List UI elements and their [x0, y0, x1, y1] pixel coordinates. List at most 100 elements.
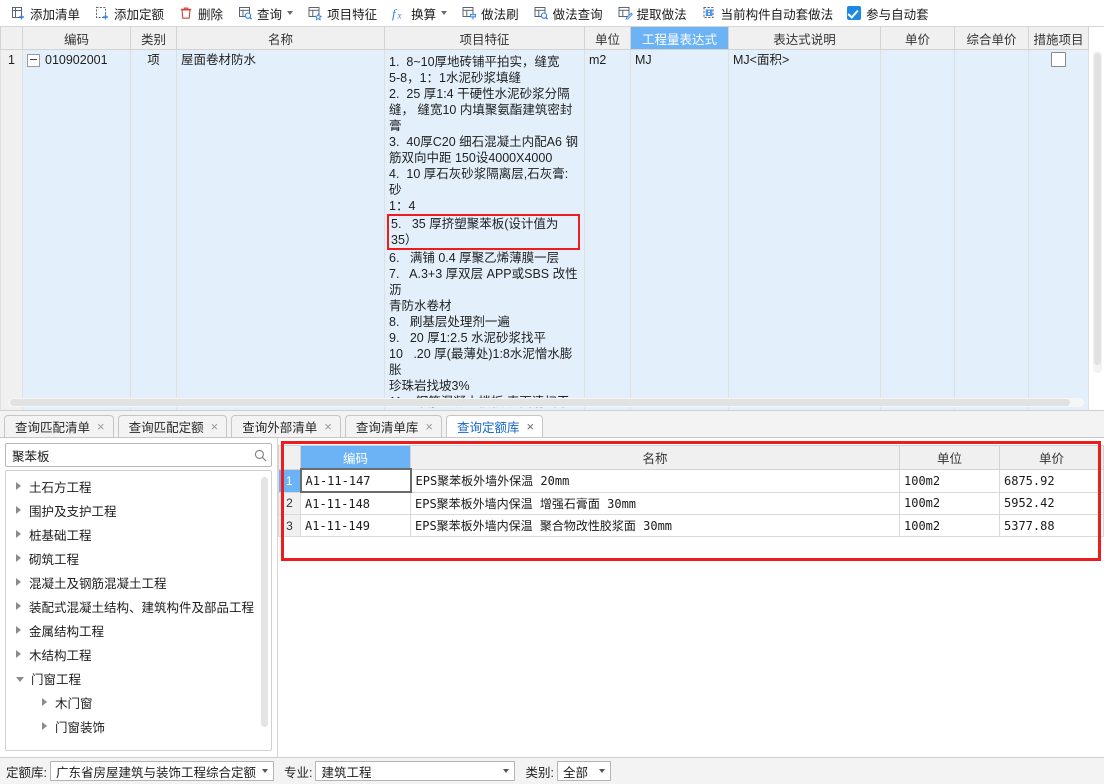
tab-query-matched-list[interactable]: 查询匹配清单 ×	[4, 415, 114, 437]
row-price[interactable]	[880, 49, 955, 410]
results-header-name[interactable]: 名称	[410, 445, 900, 470]
toolbar-query[interactable]: 查询	[231, 2, 299, 25]
chevron-right-icon[interactable]	[16, 482, 21, 490]
participate-auto-checkbox[interactable]	[847, 6, 862, 20]
row-comprehensive-price[interactable]	[954, 49, 1029, 410]
tree-item-earthwork[interactable]: 土石方工程	[6, 474, 271, 498]
auto-apply-icon	[701, 5, 717, 21]
chevron-down-icon[interactable]	[261, 769, 268, 773]
toolbar-feature[interactable]: 项目特征	[301, 2, 383, 25]
tree-item-label: 土石方工程	[29, 480, 92, 495]
row-feature[interactable]: 1. 8~10厚地砖铺平拍实，缝宽 5-8，1：1水泥砂浆填缝 2. 25 厚1…	[384, 49, 585, 410]
row-expression[interactable]: MJ	[630, 49, 729, 410]
toolbar-add-list[interactable]: 添加清单	[4, 2, 86, 25]
tab-query-quota-library[interactable]: 查询定额库 ×	[445, 415, 544, 437]
tree-item-prefab-concrete[interactable]: 装配式混凝土结构、建筑构件及部品工程	[6, 594, 271, 618]
tree-item-wood-structure[interactable]: 木结构工程	[6, 642, 271, 666]
row-name[interactable]: 屋面卷材防水	[176, 49, 385, 410]
chevron-right-icon[interactable]	[16, 578, 21, 586]
grid-header-expression[interactable]: 工程量表达式	[630, 27, 729, 50]
toolbar-extract-method[interactable]: 提取做法	[611, 2, 693, 25]
chevron-right-icon[interactable]	[16, 626, 21, 634]
grid-header-code[interactable]: 编码	[22, 27, 131, 50]
tree-item-concrete[interactable]: 混凝土及钢筋混凝土工程	[6, 570, 271, 594]
grid-header-measure-item[interactable]: 措施项目	[1028, 27, 1089, 50]
grid-header-kind[interactable]: 类别	[130, 27, 177, 50]
grid-header-price[interactable]: 单价	[880, 27, 955, 50]
results-header-price[interactable]: 单价	[999, 445, 1104, 470]
tree-item-doors-windows[interactable]: 门窗工程	[6, 666, 271, 690]
grid-vertical-scroll-thumb[interactable]	[1094, 53, 1101, 365]
grid-header-unit[interactable]: 单位	[584, 27, 631, 50]
feature-line: 6. 满铺 0.4 厚聚乙烯薄膜一层	[389, 251, 560, 265]
chevron-right-icon[interactable]	[16, 554, 21, 562]
table-row[interactable]: 1 010902001 项 屋面卷材防水 1. 8~10厚地砖铺平拍实，缝宽 5…	[0, 49, 1089, 410]
query-icon	[237, 5, 253, 21]
close-icon[interactable]: ×	[97, 420, 105, 433]
grid-header-name[interactable]: 名称	[176, 27, 385, 50]
quota-library-select[interactable]: 广东省房屋建筑与装饰工程综合定额(2018)	[49, 761, 274, 781]
chevron-down-icon[interactable]	[503, 769, 510, 773]
chevron-right-icon[interactable]	[16, 650, 21, 658]
result-name[interactable]: EPS聚苯板外墙内保温 增强石膏面 30mm	[410, 491, 900, 515]
chevron-down-icon[interactable]	[16, 676, 24, 682]
toolbar-participate-auto[interactable]: 参与自动套	[841, 2, 935, 25]
toolbar-delete[interactable]: 删除	[172, 2, 229, 25]
result-code[interactable]: A1-11-149	[300, 514, 411, 537]
tree-item-pile-foundation[interactable]: 桩基础工程	[6, 522, 271, 546]
tree-item-door-window-decoration[interactable]: 门窗装饰	[6, 714, 271, 738]
grid-vertical-scrollbar[interactable]	[1093, 51, 1102, 373]
tree-item-masonry[interactable]: 砌筑工程	[6, 546, 271, 570]
quota-category-tree[interactable]: 土石方工程 围护及支护工程 桩基础工程 砌筑工程 混凝土及钢筋混凝土工程 装配式…	[5, 470, 272, 751]
search-input[interactable]	[12, 448, 254, 462]
major-value: 建筑工程	[321, 765, 372, 780]
category-select[interactable]: 全部	[556, 761, 611, 781]
tree-item-label: 木门窗	[55, 696, 93, 711]
measure-checkbox[interactable]	[1051, 52, 1066, 67]
chevron-right-icon[interactable]	[42, 722, 47, 730]
grid-header-comprehensive-price[interactable]: 综合单价	[954, 27, 1029, 50]
close-icon[interactable]: ×	[211, 420, 219, 433]
toolbar-add-quota[interactable]: 添加定额	[88, 2, 170, 25]
chevron-right-icon[interactable]	[16, 530, 21, 538]
grid-horizontal-scroll-thumb[interactable]	[10, 399, 1070, 406]
search-icon[interactable]	[254, 449, 267, 462]
table-row[interactable]: 3 A1-11-149 EPS聚苯板外墙内保温 聚合物改性胶浆面 30mm 10…	[278, 514, 1104, 537]
result-name[interactable]: EPS聚苯板外墙外保温 20mm	[410, 468, 900, 493]
tree-scrollbar[interactable]	[261, 477, 268, 727]
toolbar-convert[interactable]: fx 换算	[385, 2, 453, 25]
result-name[interactable]: EPS聚苯板外墙内保温 聚合物改性胶浆面 30mm	[410, 514, 900, 537]
close-icon[interactable]: ×	[324, 420, 332, 433]
major-select[interactable]: 建筑工程	[315, 761, 516, 781]
grid-header-feature[interactable]: 项目特征	[384, 27, 585, 50]
chevron-right-icon[interactable]	[16, 506, 21, 514]
chevron-right-icon[interactable]	[16, 602, 21, 610]
chevron-right-icon[interactable]	[42, 698, 47, 706]
result-code[interactable]: A1-11-148	[300, 491, 411, 515]
result-code[interactable]: A1-11-147	[299, 468, 412, 493]
tab-query-matched-quota[interactable]: 查询匹配定额 ×	[117, 415, 228, 437]
close-icon[interactable]: ×	[425, 420, 433, 433]
toolbar-method-brush[interactable]: 做法刷	[455, 2, 525, 25]
collapse-icon[interactable]	[27, 54, 40, 68]
row-measure-item[interactable]	[1028, 49, 1089, 410]
chevron-down-icon[interactable]	[287, 11, 294, 15]
toolbar-method-query[interactable]: 做法查询	[527, 2, 609, 25]
tree-item-metal-structure[interactable]: 金属结构工程	[6, 618, 271, 642]
tab-query-external-list[interactable]: 查询外部清单 ×	[231, 415, 341, 437]
results-header-code[interactable]: 编码	[300, 445, 411, 470]
table-row[interactable]: 2 A1-11-148 EPS聚苯板外墙内保温 增强石膏面 30mm 100m2…	[278, 491, 1104, 515]
toolbar-auto-apply[interactable]: 当前构件自动套做法	[695, 2, 840, 25]
results-header-unit[interactable]: 单位	[899, 445, 1000, 470]
row-code[interactable]: 010902001	[22, 49, 131, 410]
grid-header-expression-desc[interactable]: 表达式说明	[728, 27, 881, 50]
close-icon[interactable]: ×	[526, 420, 534, 433]
tab-query-list-library[interactable]: 查询清单库 ×	[344, 415, 442, 437]
tree-item-wood-doors-windows[interactable]: 木门窗	[6, 690, 271, 714]
chevron-down-icon[interactable]	[441, 11, 448, 15]
chevron-down-icon[interactable]	[598, 769, 605, 773]
search-box[interactable]	[5, 443, 272, 467]
grid-horizontal-scrollbar[interactable]	[8, 398, 1084, 407]
tree-item-enclosure[interactable]: 围护及支护工程	[6, 498, 271, 522]
table-row[interactable]: 1 A1-11-147 EPS聚苯板外墙外保温 20mm 100m2 6875.…	[278, 468, 1104, 493]
